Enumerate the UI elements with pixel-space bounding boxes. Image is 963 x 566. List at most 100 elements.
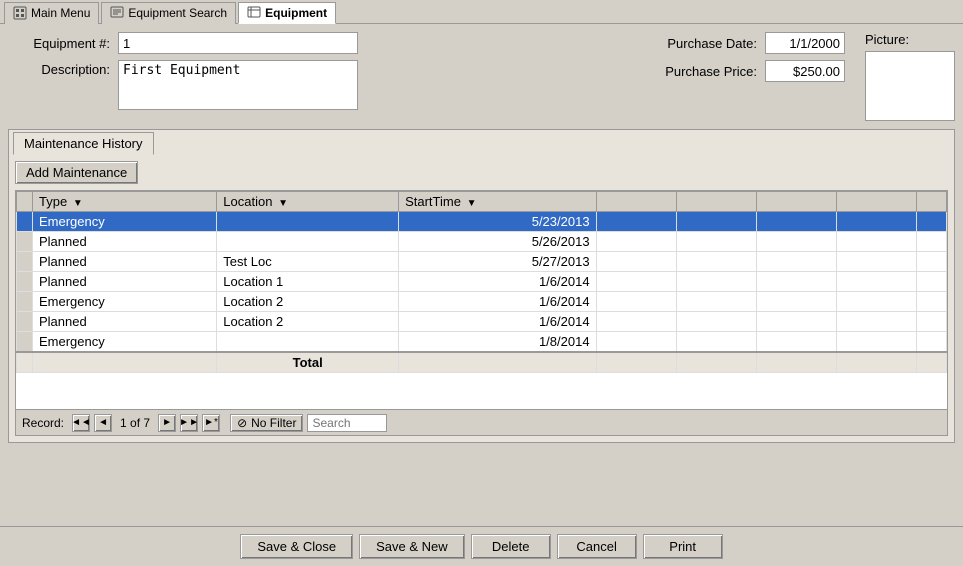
tab-main-menu-label: Main Menu xyxy=(31,6,90,20)
col-extra2 xyxy=(676,192,756,212)
equipment-tab-icon xyxy=(247,6,261,20)
col-type-header[interactable]: Type ▼ xyxy=(33,192,217,212)
funnel-icon: ⊘ xyxy=(237,416,247,430)
table-row[interactable]: PlannedLocation 21/6/2014 xyxy=(17,312,947,332)
row-type-cell: Planned xyxy=(33,252,217,272)
record-bar-label: Record: xyxy=(22,416,64,430)
row-extra-cell xyxy=(836,292,916,312)
purchase-price-input[interactable] xyxy=(765,60,845,82)
col-extra4 xyxy=(836,192,916,212)
row-location-cell xyxy=(217,332,399,353)
row-extra-cell xyxy=(596,292,676,312)
row-extra-cell xyxy=(836,312,916,332)
tab-equipment-search-label: Equipment Search xyxy=(128,6,227,20)
row-starttime-cell: 5/23/2013 xyxy=(399,212,596,232)
row-selector-cell xyxy=(17,252,33,272)
maintenance-table: Type ▼ Location ▼ StartTime ▼ xyxy=(16,191,947,373)
tab-equipment[interactable]: Equipment xyxy=(238,2,336,24)
search-input[interactable] xyxy=(307,414,387,432)
equipment-number-input[interactable] xyxy=(118,32,358,54)
table-header-row: Type ▼ Location ▼ StartTime ▼ xyxy=(17,192,947,212)
row-extra-cell xyxy=(916,212,946,232)
description-row: Description: First Equipment xyxy=(8,60,625,110)
row-type-cell: Planned xyxy=(33,232,217,252)
row-extra-cell xyxy=(676,232,756,252)
row-extra-cell xyxy=(756,232,836,252)
col-extra5 xyxy=(916,192,946,212)
row-extra-cell xyxy=(916,252,946,272)
total-extra-cell xyxy=(676,352,756,373)
table-row[interactable]: Emergency 5/23/2013 xyxy=(17,212,947,232)
equipment-number-label: Equipment #: xyxy=(8,36,118,51)
total-label xyxy=(33,352,217,373)
row-extra-cell xyxy=(916,272,946,292)
table-row[interactable]: PlannedLocation 11/6/2014 xyxy=(17,272,947,292)
nav-first-button[interactable]: ◄◄ xyxy=(72,414,90,432)
row-location-cell: Location 2 xyxy=(217,312,399,332)
description-input[interactable]: First Equipment xyxy=(118,60,358,110)
maintenance-history-tab[interactable]: Maintenance History xyxy=(13,132,154,155)
col-starttime-header[interactable]: StartTime ▼ xyxy=(399,192,596,212)
row-selector-cell xyxy=(17,232,33,252)
col-location-header[interactable]: Location ▼ xyxy=(217,192,399,212)
row-starttime-cell: 1/8/2014 xyxy=(399,332,596,353)
table-row[interactable]: Planned 5/26/2013 xyxy=(17,232,947,252)
row-location-cell xyxy=(217,212,399,232)
row-extra-cell xyxy=(836,212,916,232)
add-maintenance-button[interactable]: Add Maintenance xyxy=(15,161,138,184)
purchase-price-row: Purchase Price: xyxy=(645,60,845,82)
purchase-date-row: Purchase Date: xyxy=(645,32,845,54)
row-type-cell: Emergency xyxy=(33,212,217,232)
row-extra-cell xyxy=(836,272,916,292)
row-location-cell: Location 2 xyxy=(217,292,399,312)
save-new-button[interactable]: Save & New xyxy=(359,534,465,559)
total-extra-cell xyxy=(836,352,916,373)
nav-last-button[interactable]: ►► xyxy=(180,414,198,432)
row-starttime-cell: 5/26/2013 xyxy=(399,232,596,252)
delete-button[interactable]: Delete xyxy=(471,534,551,559)
row-extra-cell xyxy=(756,212,836,232)
tab-equipment-search[interactable]: Equipment Search xyxy=(101,2,236,24)
purchase-date-input[interactable] xyxy=(765,32,845,54)
row-starttime-cell: 1/6/2014 xyxy=(399,272,596,292)
row-extra-cell xyxy=(916,292,946,312)
col-location-label: Location xyxy=(223,194,272,209)
total-extra-cell xyxy=(596,352,676,373)
table-row[interactable]: Emergency 1/8/2014 xyxy=(17,332,947,353)
equipment-number-row: Equipment #: xyxy=(8,32,625,54)
row-extra-cell xyxy=(916,232,946,252)
tab-main-menu[interactable]: Main Menu xyxy=(4,2,99,24)
print-button[interactable]: Print xyxy=(643,534,723,559)
no-filter-button[interactable]: ⊘ No Filter xyxy=(230,414,303,432)
search-tab-icon xyxy=(110,6,124,20)
row-selector-header xyxy=(17,192,33,212)
row-extra-cell xyxy=(596,332,676,353)
table-row[interactable]: EmergencyLocation 21/6/2014 xyxy=(17,292,947,312)
row-starttime-cell: 5/27/2013 xyxy=(399,252,596,272)
nav-new-button[interactable]: ►* xyxy=(202,414,220,432)
tab-panel-body: Add Maintenance Type ▼ Locati xyxy=(9,155,954,442)
table-row[interactable]: PlannedTest Loc5/27/2013 xyxy=(17,252,947,272)
purchase-date-label: Purchase Date: xyxy=(645,36,765,51)
row-location-cell xyxy=(217,232,399,252)
cancel-button[interactable]: Cancel xyxy=(557,534,637,559)
col-type-sort-icon: ▼ xyxy=(73,198,83,209)
row-extra-cell xyxy=(676,332,756,353)
save-close-button[interactable]: Save & Close xyxy=(240,534,353,559)
total-extra-cell xyxy=(916,352,946,373)
row-selector-cell xyxy=(17,212,33,232)
table-body: Emergency5/23/2013Planned5/26/2013Planne… xyxy=(17,212,947,373)
row-extra-cell xyxy=(756,312,836,332)
row-extra-cell xyxy=(836,252,916,272)
form-middle: Purchase Date: Purchase Price: xyxy=(645,32,845,121)
nav-prev-button[interactable]: ◄ xyxy=(94,414,112,432)
data-table-wrapper: Type ▼ Location ▼ StartTime ▼ xyxy=(15,190,948,410)
col-type-label: Type xyxy=(39,194,67,209)
tab-equipment-label: Equipment xyxy=(265,6,327,20)
total-extra-cell xyxy=(756,352,836,373)
col-starttime-label: StartTime xyxy=(405,194,461,209)
row-type-cell: Emergency xyxy=(33,332,217,353)
nav-next-button[interactable]: ► xyxy=(158,414,176,432)
description-label: Description: xyxy=(8,60,118,77)
picture-box xyxy=(865,51,955,121)
